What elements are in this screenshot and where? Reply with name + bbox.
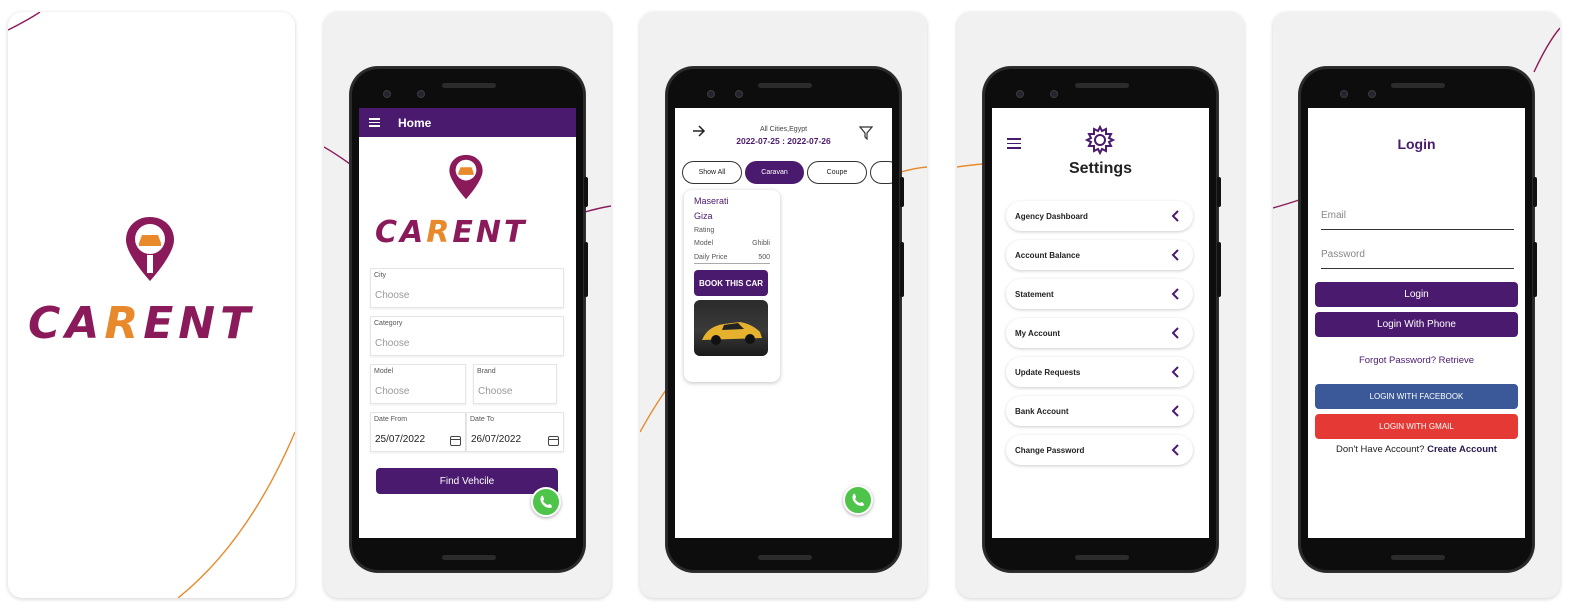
settings-item-account-balance[interactable]: Account Balance — [1006, 240, 1193, 270]
model-field[interactable]: Model Choose — [370, 364, 466, 404]
splash-card: CARENT — [8, 12, 295, 598]
page-title: Login — [1397, 136, 1436, 152]
login-screen: Login Email Password Login Login With Ph… — [1308, 108, 1525, 538]
login-button[interactable]: Login — [1315, 282, 1518, 307]
results-card: All Cities,Egypt 2022-07-25 : 2022-07-26… — [640, 12, 927, 598]
chevron-left-icon — [1171, 327, 1179, 339]
page-title: Home — [398, 115, 432, 130]
calendar-icon[interactable] — [450, 436, 461, 446]
chip-more[interactable] — [870, 161, 892, 184]
car-city: Giza — [694, 211, 713, 221]
chevron-left-icon — [1171, 210, 1179, 222]
phone-frame: Settings Agency Dashboard Account Balanc… — [983, 67, 1221, 572]
chevron-left-icon — [1171, 288, 1179, 300]
logo-wordmark: CARENT — [375, 215, 528, 250]
category-field[interactable]: Category Choose — [370, 316, 564, 356]
settings-item-agency-dashboard[interactable]: Agency Dashboard — [1006, 201, 1193, 231]
logo-wordmark: CARENT — [28, 298, 256, 349]
chevron-left-icon — [1171, 444, 1179, 456]
login-card: Login Email Password Login Login With Ph… — [1273, 12, 1560, 598]
settings-screen: Settings Agency Dashboard Account Balanc… — [992, 108, 1209, 538]
car-name: Maserati — [694, 196, 729, 206]
settings-item-bank-account[interactable]: Bank Account — [1006, 396, 1193, 426]
page-title: Settings — [1068, 160, 1133, 177]
menu-icon[interactable] — [1007, 135, 1021, 152]
chevron-left-icon — [1171, 249, 1179, 261]
chevron-left-icon — [1171, 405, 1179, 417]
create-account-link[interactable]: Create Account — [1427, 444, 1497, 455]
settings-item-change-password[interactable]: Change Password — [1006, 435, 1193, 465]
rating-label: Rating — [694, 227, 715, 234]
date-from-field[interactable]: Date From 25/07/2022 — [370, 412, 466, 452]
create-account-row: Don't Have Account? Create Account — [1308, 444, 1525, 455]
chip-coupe[interactable]: Coupe — [807, 161, 867, 184]
app-bar: Home — [359, 108, 576, 137]
settings-card: Settings Agency Dashboard Account Balanc… — [957, 12, 1244, 598]
phone-frame: Home CARENT City Choose Category Choose Mo… — [350, 67, 588, 572]
email-field[interactable]: Email — [1321, 210, 1514, 230]
chip-caravan[interactable]: Caravan — [745, 161, 804, 184]
chevron-left-icon — [1171, 366, 1179, 378]
password-field[interactable]: Password — [1321, 249, 1514, 269]
whatsapp-icon[interactable] — [531, 487, 561, 517]
calendar-icon[interactable] — [548, 436, 559, 446]
whatsapp-icon[interactable] — [843, 485, 873, 515]
login-gmail-button[interactable]: LOGIN WITH GMAIL — [1315, 414, 1518, 439]
logo-pin-icon — [449, 154, 483, 200]
find-vehicle-button[interactable]: Find Vehcile — [376, 468, 558, 494]
book-car-button[interactable]: BOOK THIS CAR — [694, 270, 768, 296]
logo-pin-icon — [126, 217, 174, 281]
phone-frame: Login Email Password Login Login With Ph… — [1299, 67, 1537, 572]
settings-item-update-requests[interactable]: Update Requests — [1006, 357, 1193, 387]
home-card: Home CARENT City Choose Category Choose Mo… — [324, 12, 611, 598]
city-field[interactable]: City Choose — [370, 268, 564, 308]
price-value: 500 — [758, 254, 770, 261]
results-screen: All Cities,Egypt 2022-07-25 : 2022-07-26… — [675, 108, 892, 538]
settings-item-statement[interactable]: Statement — [1006, 279, 1193, 309]
forgot-password-link[interactable]: Forgot Password? Retrieve — [1308, 355, 1525, 366]
filter-icon[interactable] — [859, 126, 873, 140]
car-image — [694, 300, 768, 356]
settings-item-my-account[interactable]: My Account — [1006, 318, 1193, 348]
model-value: Ghibli — [752, 240, 770, 247]
brand-field[interactable]: Brand Choose — [473, 364, 557, 404]
chip-show-all[interactable]: Show All — [682, 161, 742, 184]
date-to-field[interactable]: Date To 26/07/2022 — [466, 412, 564, 452]
car-card[interactable]: Maserati Giza Rating Model Ghibli Daily P… — [684, 190, 780, 382]
no-account-text: Don't Have Account? — [1336, 444, 1425, 455]
menu-icon[interactable] — [369, 116, 380, 129]
login-with-phone-button[interactable]: Login With Phone — [1315, 312, 1518, 337]
phone-frame: All Cities,Egypt 2022-07-25 : 2022-07-26… — [666, 67, 904, 572]
home-screen: Home CARENT City Choose Category Choose Mo… — [359, 108, 576, 538]
login-facebook-button[interactable]: LOGIN WITH FACEBOOK — [1315, 384, 1518, 409]
gear-icon — [1084, 124, 1116, 156]
